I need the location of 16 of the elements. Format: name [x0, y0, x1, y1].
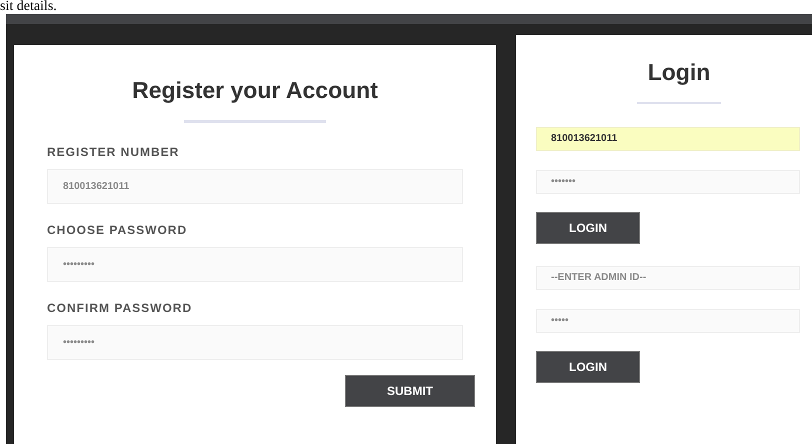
field-label: CONFIRM PASSWORD — [47, 300, 194, 316]
field-label: REGISTER NUMBER — [47, 144, 180, 160]
input-field[interactable]: ••••••• — [536, 170, 800, 194]
field-label: CHOOSE PASSWORD — [47, 222, 188, 238]
input-field[interactable]: --ENTER ADMIN ID-- — [536, 266, 800, 290]
login-button[interactable]: LOGIN — [536, 212, 640, 244]
input-field[interactable]: ••••••••• — [47, 324, 463, 360]
login-title: Login — [648, 58, 710, 87]
input-field[interactable]: ••••••••• — [47, 246, 463, 282]
input-field[interactable]: ••••• — [536, 308, 800, 332]
login-button[interactable]: LOGIN — [536, 350, 640, 382]
page-text: sit details. — [0, 0, 58, 14]
submit-button[interactable]: SUBMIT — [345, 374, 475, 406]
input-field[interactable]: 810013621011 — [536, 126, 800, 150]
register-title: Register your Account — [132, 76, 378, 105]
input-field[interactable]: 810013621011 — [47, 168, 463, 204]
